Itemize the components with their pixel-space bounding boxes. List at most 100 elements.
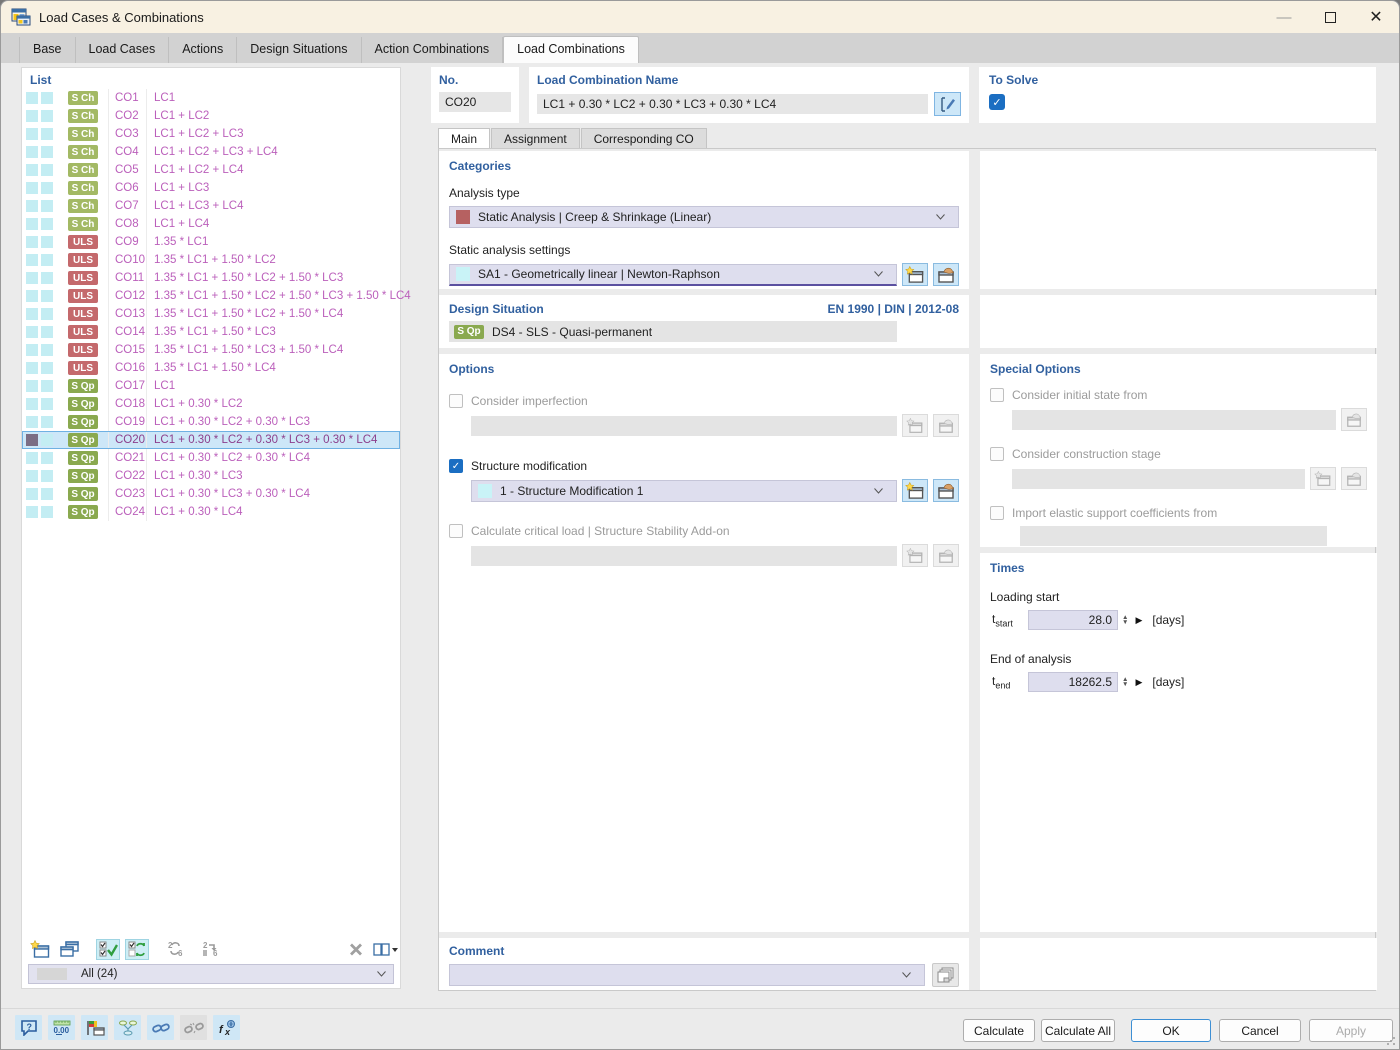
select-cell[interactable] — [41, 92, 53, 104]
list-row-co4[interactable]: S ChCO4LC1 + LC2 + LC3 + LC4 — [22, 143, 400, 161]
select-cell[interactable] — [41, 110, 53, 122]
critical-load-checkbox[interactable] — [449, 524, 463, 538]
select-cell[interactable] — [41, 236, 53, 248]
list-row-co1[interactable]: S ChCO1LC1 — [22, 89, 400, 107]
list-row-co20[interactable]: S QpCO20LC1 + 0.30 * LC2 + 0.30 * LC3 + … — [22, 431, 400, 449]
invert-checks-button[interactable] — [125, 939, 149, 960]
select-cell[interactable] — [41, 362, 53, 374]
new-settings-button[interactable] — [902, 263, 928, 286]
list-row-co11[interactable]: ULSCO111.35 * LC1 + 1.50 * LC2 + 1.50 * … — [22, 269, 400, 287]
edit-name-button[interactable] — [934, 92, 961, 116]
calculate-all-button[interactable]: Calculate All — [1041, 1019, 1115, 1042]
select-cell[interactable] — [41, 488, 53, 500]
new-combination-button[interactable] — [28, 939, 52, 960]
tend-input[interactable]: 18262.5 — [1028, 672, 1118, 692]
maximize-button[interactable] — [1307, 1, 1353, 33]
renumber-options-button[interactable]: 2 6 — [199, 939, 223, 960]
select-cell[interactable] — [41, 164, 53, 176]
list-row-co14[interactable]: ULSCO141.35 * LC1 + 1.50 * LC3 — [22, 323, 400, 341]
to-solve-checkbox[interactable]: ✓ — [989, 94, 1005, 110]
subtab-corresponding-co[interactable]: Corresponding CO — [581, 128, 707, 148]
columns-view-button[interactable] — [371, 939, 401, 960]
subtab-main[interactable]: Main — [438, 128, 490, 149]
select-cell[interactable] — [41, 506, 53, 518]
select-cell[interactable] — [41, 290, 53, 302]
list-row-co2[interactable]: S ChCO2LC1 + LC2 — [22, 107, 400, 125]
tend-spinner[interactable]: ▲▼ — [1122, 677, 1128, 687]
consider-imperfection-checkbox[interactable] — [449, 394, 463, 408]
tend-detail-button[interactable]: ▶ — [1135, 677, 1142, 688]
select-cell[interactable] — [41, 128, 53, 140]
list-row-co15[interactable]: ULSCO151.35 * LC1 + 1.50 * LC3 + 1.50 * … — [22, 341, 400, 359]
ok-button[interactable]: OK — [1131, 1019, 1211, 1042]
select-cell[interactable] — [41, 380, 53, 392]
list-row-co23[interactable]: S QpCO23LC1 + 0.30 * LC3 + 0.30 * LC4 — [22, 485, 400, 503]
structure-modification-checkbox[interactable]: ✓ — [449, 459, 463, 473]
copy-combination-button[interactable] — [57, 939, 81, 960]
minimize-button[interactable]: — — [1261, 1, 1307, 33]
tstart-detail-button[interactable]: ▶ — [1135, 615, 1142, 626]
list-row-co10[interactable]: ULSCO101.35 * LC1 + 1.50 * LC2 — [22, 251, 400, 269]
construction-stage-checkbox[interactable] — [990, 447, 1004, 461]
select-cell[interactable] — [41, 470, 53, 482]
resize-grip[interactable] — [1386, 1036, 1396, 1046]
elastic-support-checkbox[interactable] — [990, 506, 1004, 520]
structure-modification-dropdown[interactable]: 1 - Structure Modification 1 — [471, 480, 897, 502]
select-cell[interactable] — [41, 272, 53, 284]
subtab-assignment[interactable]: Assignment — [491, 128, 580, 148]
cancel-button[interactable]: Cancel — [1219, 1019, 1301, 1042]
list-row-co18[interactable]: S QpCO18LC1 + 0.30 * LC2 — [22, 395, 400, 413]
comment-dropdown[interactable] — [449, 964, 925, 986]
list-row-co19[interactable]: S QpCO19LC1 + 0.30 * LC2 + 0.30 * LC3 — [22, 413, 400, 431]
select-cell[interactable] — [41, 344, 53, 356]
check-all-button[interactable] — [96, 939, 120, 960]
select-cell[interactable] — [41, 218, 53, 230]
tab-base[interactable]: Base — [19, 37, 76, 63]
select-cell[interactable] — [41, 308, 53, 320]
name-field[interactable]: LC1 + 0.30 * LC2 + 0.30 * LC3 + 0.30 * L… — [537, 94, 928, 114]
list-row-co3[interactable]: S ChCO3LC1 + LC2 + LC3 — [22, 125, 400, 143]
list-row-co8[interactable]: S ChCO8LC1 + LC4 — [22, 215, 400, 233]
list-row-co12[interactable]: ULSCO121.35 * LC1 + 1.50 * LC2 + 1.50 * … — [22, 287, 400, 305]
select-cell[interactable] — [41, 398, 53, 410]
tab-load-combinations[interactable]: Load Combinations — [503, 36, 639, 63]
design-situation-field[interactable]: S Qp DS4 - SLS - Quasi-permanent — [449, 321, 897, 342]
list-row-co5[interactable]: S ChCO5LC1 + LC2 + LC4 — [22, 161, 400, 179]
tab-action-combinations[interactable]: Action Combinations — [362, 37, 504, 63]
tab-actions[interactable]: Actions — [169, 37, 237, 63]
new-structure-modification-button[interactable] — [902, 479, 928, 502]
select-cell[interactable] — [41, 326, 53, 338]
static-settings-dropdown[interactable]: SA1 - Geometrically linear | Newton-Raph… — [449, 264, 897, 286]
edit-structure-modification-button[interactable] — [933, 479, 959, 502]
select-cell[interactable] — [41, 200, 53, 212]
select-cell[interactable] — [41, 416, 53, 428]
list-row-co9[interactable]: ULSCO91.35 * LC1 — [22, 233, 400, 251]
select-cell[interactable] — [41, 182, 53, 194]
close-button[interactable]: ✕ — [1353, 1, 1399, 33]
list-row-co24[interactable]: S QpCO24LC1 + 0.30 * LC4 — [22, 503, 400, 521]
tstart-input[interactable]: 28.0 — [1028, 610, 1118, 630]
tab-design-situations[interactable]: Design Situations — [237, 37, 361, 63]
analysis-type-dropdown[interactable]: Static Analysis | Creep & Shrinkage (Lin… — [449, 206, 959, 228]
tstart-spinner[interactable]: ▲▼ — [1122, 615, 1128, 625]
list-row-co17[interactable]: S QpCO17LC1 — [22, 377, 400, 395]
list-row-co7[interactable]: S ChCO7LC1 + LC3 + LC4 — [22, 197, 400, 215]
list-row-co21[interactable]: S QpCO21LC1 + 0.30 * LC2 + 0.30 * LC4 — [22, 449, 400, 467]
delete-button[interactable] — [344, 939, 368, 960]
list-row-co13[interactable]: ULSCO131.35 * LC1 + 1.50 * LC2 + 1.50 * … — [22, 305, 400, 323]
renumber-button[interactable]: 2 6 — [164, 939, 188, 960]
list-row-co6[interactable]: S ChCO6LC1 + LC3 — [22, 179, 400, 197]
list-row-co22[interactable]: S QpCO22LC1 + 0.30 * LC3 — [22, 467, 400, 485]
select-cell[interactable] — [41, 254, 53, 266]
edit-settings-button[interactable] — [933, 263, 959, 286]
list-filter-dropdown[interactable]: All (24) — [28, 964, 394, 984]
list-row-co16[interactable]: ULSCO161.35 * LC1 + 1.50 * LC4 — [22, 359, 400, 377]
predefined-comments-button[interactable] — [932, 963, 959, 987]
select-cell[interactable] — [41, 452, 53, 464]
select-cell[interactable] — [41, 146, 53, 158]
calculate-button[interactable]: Calculate — [963, 1019, 1035, 1042]
tab-load-cases[interactable]: Load Cases — [76, 37, 170, 63]
select-cell[interactable] — [41, 434, 53, 446]
initial-state-checkbox[interactable] — [990, 388, 1004, 402]
number-field[interactable]: CO20 — [439, 92, 511, 112]
